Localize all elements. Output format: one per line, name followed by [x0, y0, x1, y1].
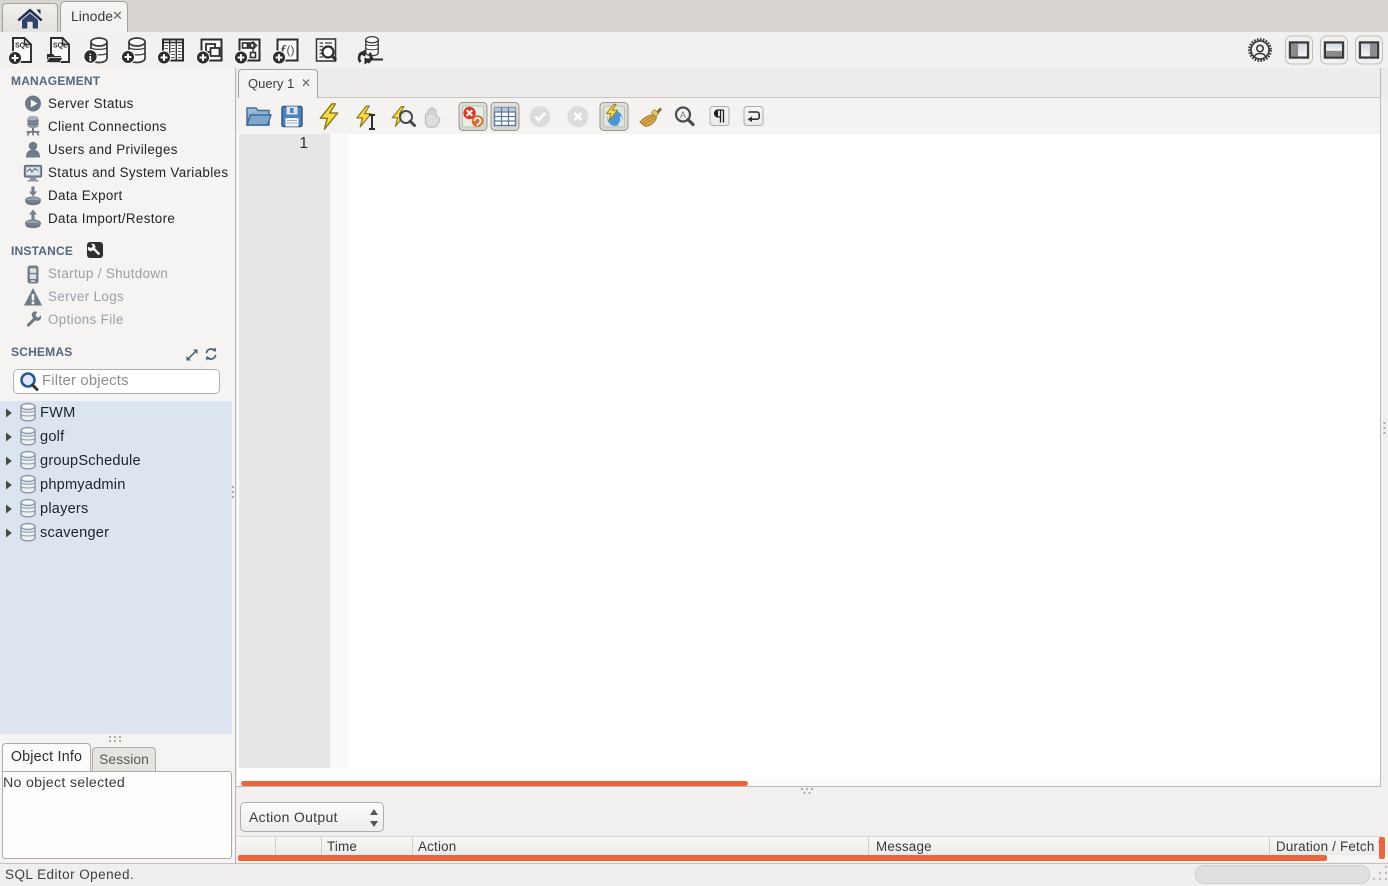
svg-text:i: i — [89, 52, 92, 64]
svg-text:(): () — [287, 43, 295, 57]
